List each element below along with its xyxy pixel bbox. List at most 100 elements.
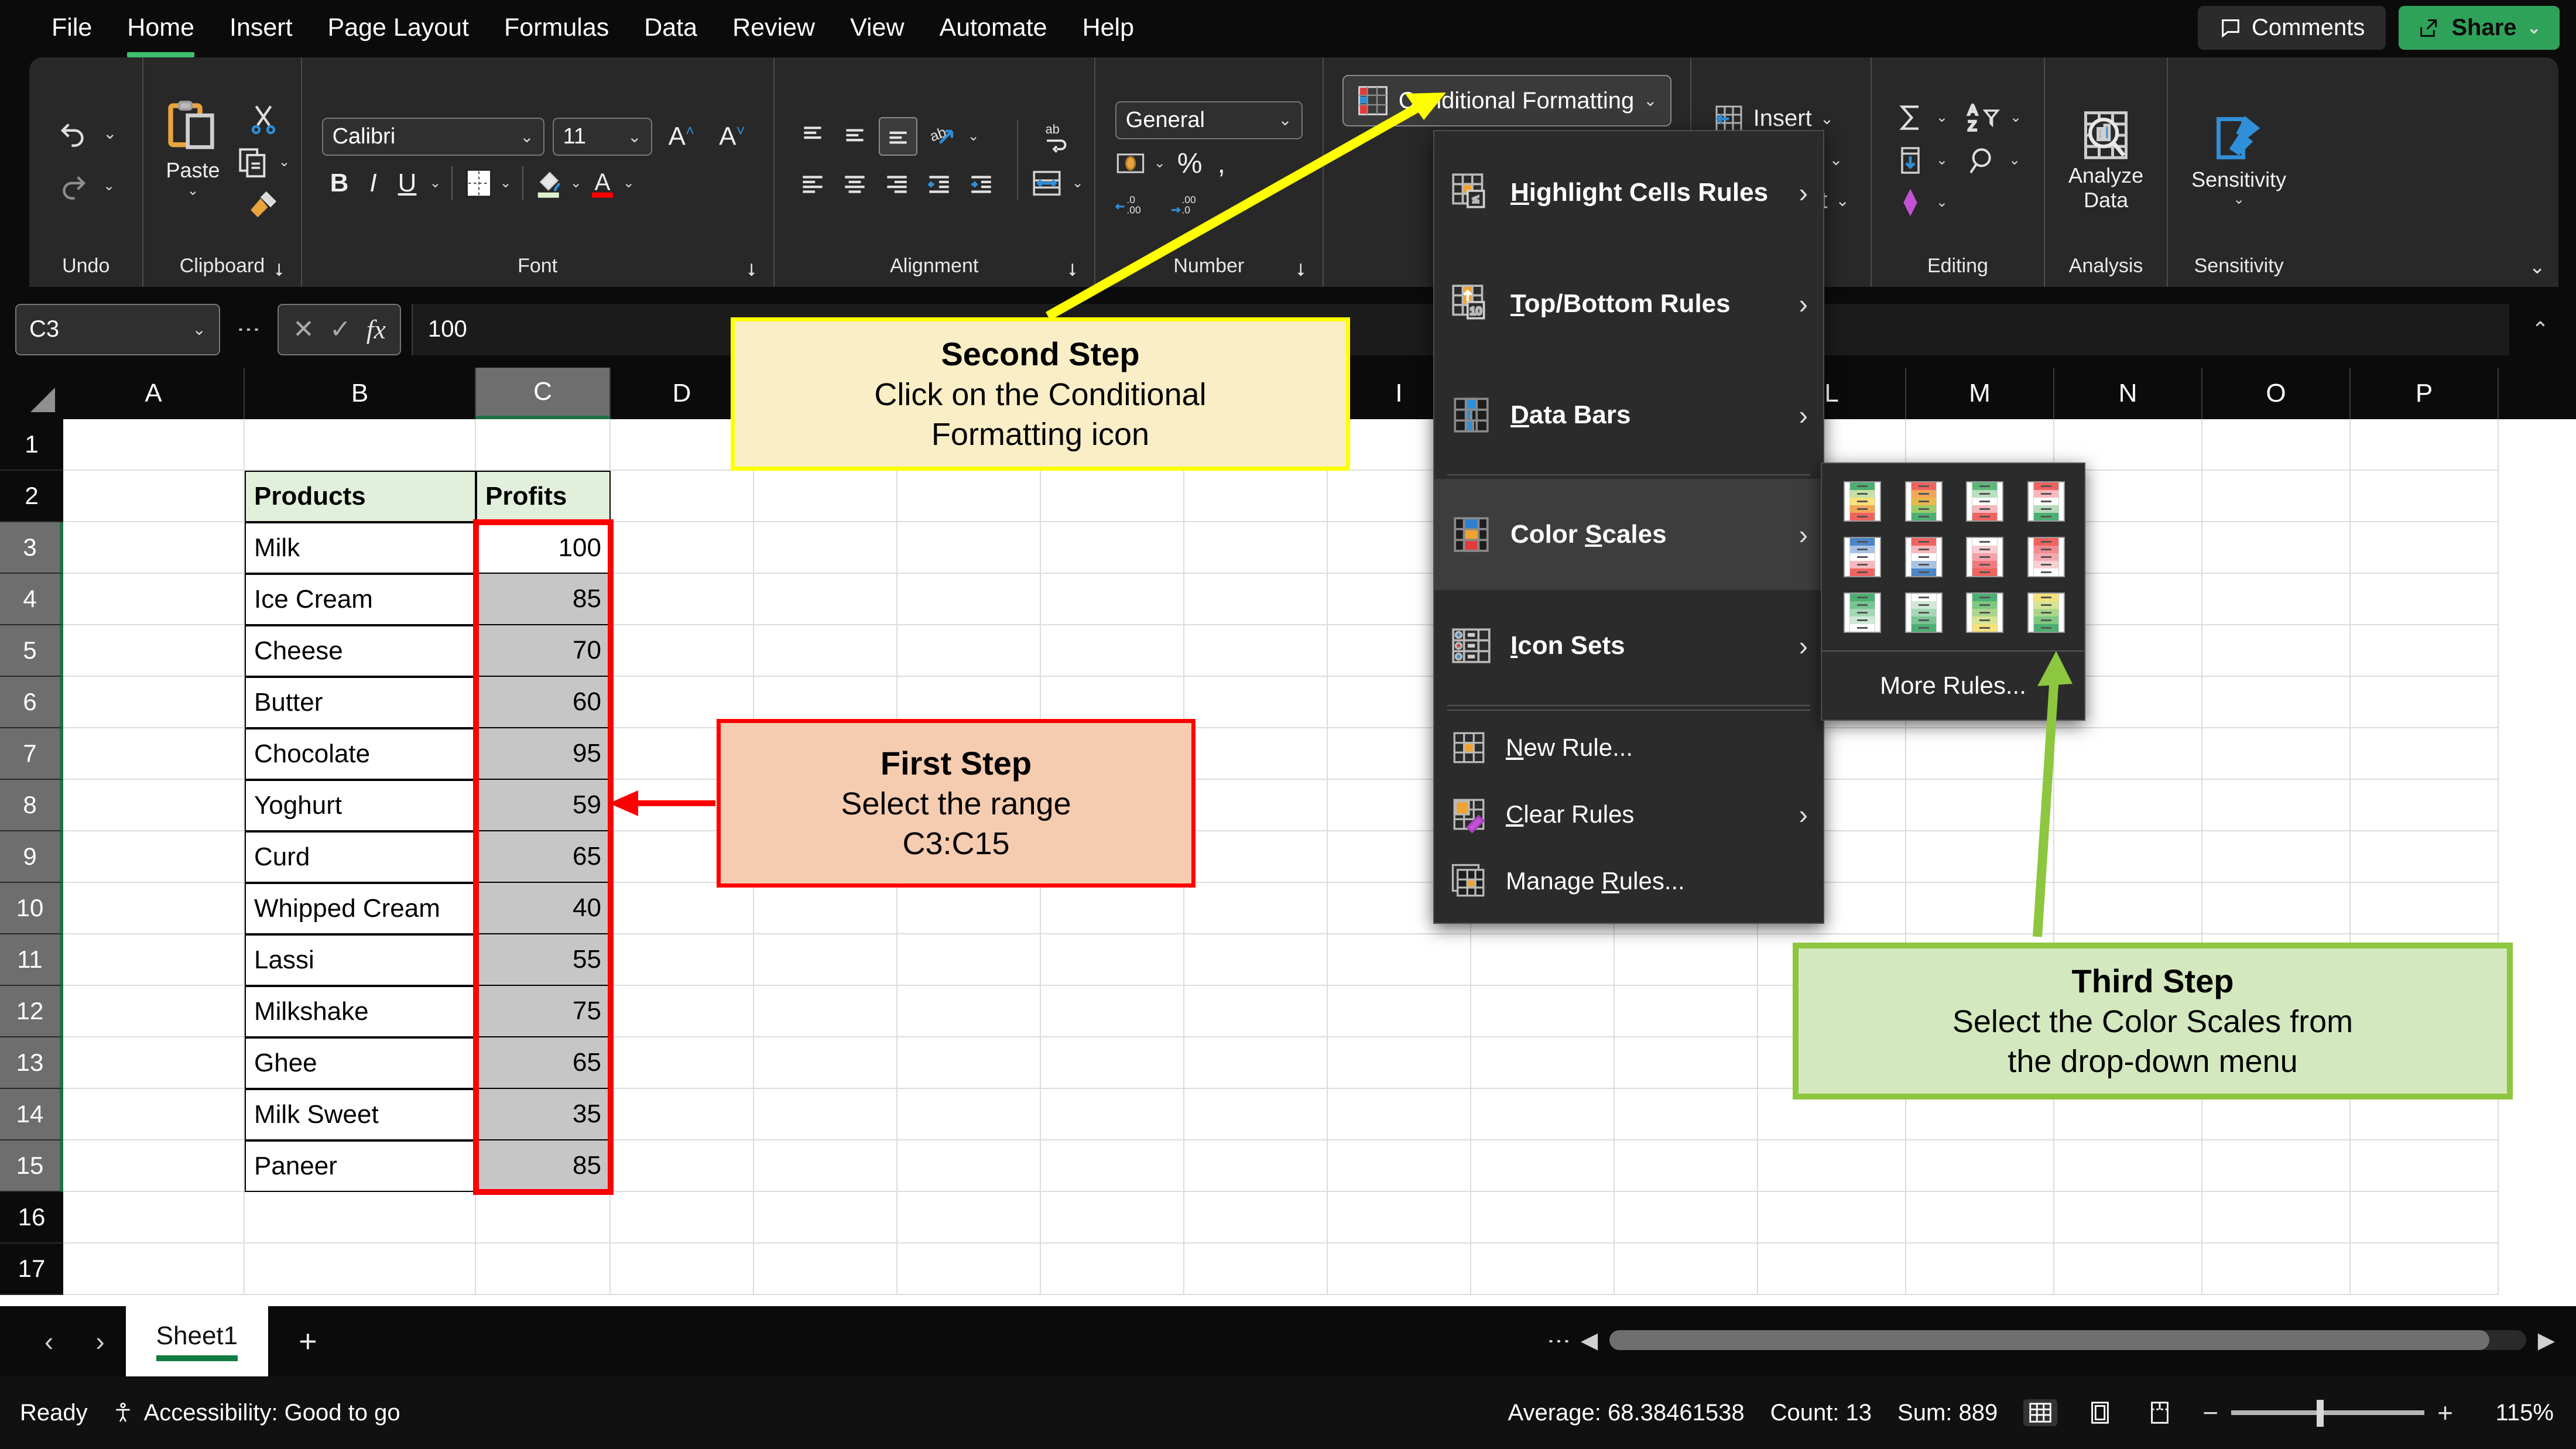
font-name-input[interactable]: Calibri ⌄ [321,118,544,156]
cell-G16[interactable] [1041,1192,1184,1244]
cell-H3[interactable] [1184,522,1328,574]
ribbon-tab-review[interactable]: Review [715,8,833,48]
ribbon-tab-automate[interactable]: Automate [922,8,1065,48]
find-dropdown-icon[interactable]: ⌄ [2009,153,2020,167]
share-button[interactable]: Share ⌄ [2399,6,2560,50]
cell-D2[interactable] [611,471,754,522]
sensitivity-dropdown-icon[interactable]: ⌄ [2233,193,2245,207]
page-layout-view-icon[interactable] [2083,1399,2117,1426]
ribbon-tab-help[interactable]: Help [1065,8,1152,48]
cell-H12[interactable] [1184,986,1328,1037]
cell-H6[interactable] [1184,677,1328,728]
cell-E12[interactable] [754,986,898,1037]
color-scale-white-red[interactable] [1966,537,2004,577]
column-header-B[interactable]: B [245,368,476,419]
menu-item-manage-rules[interactable]: Manage Rules... [1434,848,1823,914]
cell-P5[interactable] [2351,625,2499,677]
cell-G11[interactable] [1041,934,1184,986]
cell-H4[interactable] [1184,574,1328,625]
column-header-N[interactable]: N [2054,368,2202,419]
color-scale-red-white[interactable] [2027,537,2065,577]
cell-G3[interactable] [1041,522,1184,574]
cell-J15[interactable] [1471,1140,1615,1192]
column-header-A[interactable]: A [63,368,245,419]
row-header-14[interactable]: 14 [0,1089,63,1140]
cell-O1[interactable] [2202,419,2351,471]
cell-A4[interactable] [63,574,245,625]
cell-H14[interactable] [1184,1089,1328,1140]
cell-C16[interactable] [476,1192,611,1244]
cell-O4[interactable] [2202,574,2351,625]
cell-O5[interactable] [2202,625,2351,677]
color-scale-white-green[interactable] [1904,592,1943,633]
paste-dropdown-icon[interactable]: ⌄ [187,183,198,198]
increase-indent-icon[interactable] [963,166,999,203]
cell-P6[interactable] [2351,677,2499,728]
menu-item-highlight-cells-rules[interactable]: ≤ Highlight Cells Rules › [1434,137,1823,248]
cell-C1[interactable] [476,419,611,471]
format-dropdown-icon[interactable]: ⌄ [1835,192,1849,209]
cell-N7[interactable] [2054,728,2202,780]
cell-F2[interactable] [898,471,1041,522]
sort-filter-icon[interactable]: A Z [1967,101,2000,135]
cut-icon[interactable] [236,102,290,137]
cell-A9[interactable] [63,831,245,883]
cell-G5[interactable] [1041,625,1184,677]
undo-dropdown-icon[interactable]: ⌄ [103,125,117,142]
ribbon-tab-formulas[interactable]: Formulas [487,8,626,48]
zoom-slider-knob[interactable] [2317,1400,2324,1427]
bold-button[interactable]: B [322,165,357,201]
chevron-down-icon[interactable]: ⌄ [1643,93,1657,109]
fill-dropdown-icon[interactable]: ⌄ [1936,153,1948,167]
cell-C13[interactable]: 65 [476,1037,611,1089]
color-scale-green-yellow[interactable] [1966,592,2004,633]
cell-A15[interactable] [63,1140,245,1192]
redo-icon[interactable] [55,168,91,204]
cell-F3[interactable] [898,522,1041,574]
cell-A13[interactable] [63,1037,245,1089]
align-right-icon[interactable] [879,166,915,203]
cell-D13[interactable] [611,1037,754,1089]
color-scale-yellow-green[interactable] [2027,592,2065,633]
cell-B7[interactable]: Chocolate [245,728,476,780]
cell-C17[interactable] [476,1244,611,1295]
cell-E16[interactable] [754,1192,898,1244]
ribbon-tab-insert[interactable]: Insert [212,8,310,48]
cell-B10[interactable]: Whipped Cream [245,883,476,934]
cell-E15[interactable] [754,1140,898,1192]
merge-center-icon[interactable] [1030,166,1064,200]
font-color-icon[interactable]: A [587,167,618,199]
cell-D4[interactable] [611,574,754,625]
cell-O10[interactable] [2202,883,2351,934]
cell-E5[interactable] [754,625,898,677]
cell-B8[interactable]: Yoghurt [245,780,476,831]
conditional-formatting-button[interactable]: Conditional Formatting ⌄ [1342,75,1671,126]
scroll-left-icon[interactable]: ◀ [1581,1327,1598,1354]
page-break-preview-icon[interactable] [2143,1399,2177,1426]
cell-B6[interactable]: Butter [245,677,476,728]
cell-G12[interactable] [1041,986,1184,1037]
ideas-icon[interactable] [1894,186,1927,219]
row-header-6[interactable]: 6 [0,677,63,728]
color-scale-green-white-red[interactable] [1966,481,2004,522]
align-center-icon[interactable] [837,166,873,203]
cell-F15[interactable] [898,1140,1041,1192]
next-sheet-icon[interactable]: › [74,1325,125,1357]
sensitivity-button[interactable]: Sensitivity ⌄ [2178,112,2299,207]
cell-J14[interactable] [1471,1089,1615,1140]
chevron-down-icon[interactable]: ⌄ [1278,112,1292,128]
cell-B16[interactable] [245,1192,476,1244]
zoom-out-button[interactable]: − [2202,1397,2218,1429]
cell-K17[interactable] [1615,1244,1758,1295]
comma-style-icon[interactable]: , [1214,148,1229,180]
cell-H10[interactable] [1184,883,1328,934]
column-header-M[interactable]: M [1906,368,2054,419]
zoom-control[interactable]: − + 115% [2202,1397,2554,1429]
cell-N8[interactable] [2054,780,2202,831]
menu-item-color-scales[interactable]: Color Scales › [1434,479,1823,590]
redo-dropdown-icon[interactable]: ⌄ [103,179,115,193]
cell-I17[interactable] [1328,1244,1471,1295]
fill-color-dropdown-icon[interactable]: ⌄ [570,176,582,190]
cell-H16[interactable] [1184,1192,1328,1244]
row-header-7[interactable]: 7 [0,728,63,780]
